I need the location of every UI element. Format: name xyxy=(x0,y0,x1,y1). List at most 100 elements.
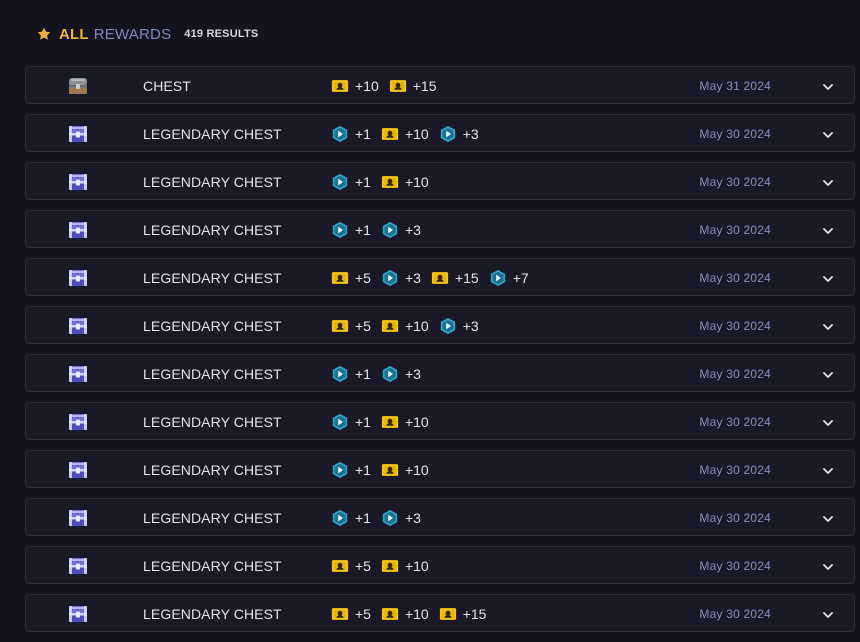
reward-item: +3 xyxy=(381,365,421,383)
reward-item: +3 xyxy=(439,317,479,335)
reward-name: CHEST xyxy=(143,78,191,94)
chevron-down-icon[interactable] xyxy=(822,224,834,236)
hex-token-icon xyxy=(439,317,457,335)
rewards-list: CHEST +10 +15 May 31 2024 LEGENDARY CHEST +1 +… xyxy=(25,66,855,642)
chevron-down-icon[interactable] xyxy=(822,464,834,476)
reward-amount: +10 xyxy=(404,174,429,190)
reward-name: LEGENDARY CHEST xyxy=(143,318,282,334)
results-header: ALL REWARDS 419 RESULTS xyxy=(36,24,258,44)
reward-items: +1 +10 xyxy=(331,172,439,192)
reward-amount: +1 xyxy=(355,366,371,382)
ticket-icon xyxy=(381,317,399,335)
reward-row[interactable]: LEGENDARY CHEST +1 +3 May 30 2024 xyxy=(25,498,855,536)
reward-name: LEGENDARY CHEST xyxy=(143,126,282,142)
hex-token-icon xyxy=(381,221,399,239)
reward-amount: +1 xyxy=(355,126,371,142)
reward-item: +3 xyxy=(381,221,421,239)
reward-row[interactable]: LEGENDARY CHEST +1 +3 May 30 2024 xyxy=(25,210,855,248)
reward-amount: +7 xyxy=(512,270,529,286)
legendary-chest-icon xyxy=(66,170,90,194)
reward-item: +5 xyxy=(331,269,371,287)
chevron-down-icon[interactable] xyxy=(822,176,834,188)
reward-items: +5 +10 xyxy=(331,556,439,576)
reward-items: +1 +10 xyxy=(331,412,439,432)
reward-date: May 30 2024 xyxy=(699,319,771,333)
reward-item: +1 xyxy=(331,173,371,191)
hex-token-icon xyxy=(331,365,349,383)
reward-item: +10 xyxy=(381,557,429,575)
reward-row[interactable]: CHEST +10 +15 May 31 2024 xyxy=(25,66,855,104)
reward-name: LEGENDARY CHEST xyxy=(143,510,282,526)
chevron-down-icon[interactable] xyxy=(822,560,834,572)
chevron-down-icon[interactable] xyxy=(822,272,834,284)
reward-row[interactable]: LEGENDARY CHEST +5 +10 May 30 2024 xyxy=(25,546,855,584)
reward-item: +15 xyxy=(439,605,487,623)
ticket-icon xyxy=(331,557,349,575)
chevron-down-icon[interactable] xyxy=(822,512,834,524)
reward-name: LEGENDARY CHEST xyxy=(143,462,282,478)
reward-item: +10 xyxy=(381,317,429,335)
reward-row[interactable]: LEGENDARY CHEST +1 +3 May 30 2024 xyxy=(25,354,855,392)
ticket-icon xyxy=(331,605,349,623)
reward-item: +10 xyxy=(381,461,429,479)
reward-name: LEGENDARY CHEST xyxy=(143,174,282,190)
ticket-icon xyxy=(381,173,399,191)
reward-date: May 30 2024 xyxy=(699,367,771,381)
chevron-down-icon[interactable] xyxy=(822,320,834,332)
ticket-icon xyxy=(331,269,349,287)
reward-amount: +3 xyxy=(404,270,421,286)
hex-token-icon xyxy=(331,461,349,479)
reward-row[interactable]: LEGENDARY CHEST +5 +10 +3 May 30 2024 xyxy=(25,306,855,344)
reward-item: +1 xyxy=(331,461,371,479)
reward-item: +15 xyxy=(431,269,479,287)
reward-amount: +1 xyxy=(355,174,371,190)
chest-icon xyxy=(66,74,90,98)
hex-token-icon xyxy=(381,365,399,383)
reward-item: +10 xyxy=(381,413,429,431)
reward-items: +1 +3 xyxy=(331,220,431,240)
reward-item: +3 xyxy=(381,269,421,287)
reward-item: +5 xyxy=(331,605,371,623)
reward-item: +3 xyxy=(439,125,479,143)
filter-all-label[interactable]: ALL xyxy=(59,26,89,43)
reward-name: LEGENDARY CHEST xyxy=(143,414,282,430)
chevron-down-icon[interactable] xyxy=(822,128,834,140)
chevron-down-icon[interactable] xyxy=(822,608,834,620)
reward-items: +1 +10 +3 xyxy=(331,124,489,144)
reward-row[interactable]: LEGENDARY CHEST +1 +10 May 30 2024 xyxy=(25,162,855,200)
ticket-icon xyxy=(381,557,399,575)
reward-date: May 30 2024 xyxy=(699,223,771,237)
legendary-chest-icon xyxy=(66,314,90,338)
reward-date: May 30 2024 xyxy=(699,127,771,141)
reward-row[interactable]: LEGENDARY CHEST +5 +10 +15 May 30 2024 xyxy=(25,594,855,632)
ticket-icon xyxy=(381,461,399,479)
reward-amount: +10 xyxy=(404,462,429,478)
reward-name: LEGENDARY CHEST xyxy=(143,222,282,238)
reward-date: May 30 2024 xyxy=(699,559,771,573)
ticket-icon xyxy=(381,413,399,431)
legendary-chest-icon xyxy=(66,410,90,434)
reward-amount: +15 xyxy=(462,606,487,622)
reward-row[interactable]: LEGENDARY CHEST +1 +10 +3 May 30 2024 xyxy=(25,114,855,152)
reward-items: +1 +3 xyxy=(331,364,431,384)
reward-amount: +5 xyxy=(355,558,371,574)
hex-token-icon xyxy=(439,125,457,143)
ticket-icon xyxy=(331,317,349,335)
reward-amount: +3 xyxy=(404,510,421,526)
reward-amount: +10 xyxy=(404,318,429,334)
results-count: 419 RESULTS xyxy=(184,28,259,40)
chevron-down-icon[interactable] xyxy=(822,80,834,92)
reward-amount: +1 xyxy=(355,222,371,238)
reward-item: +7 xyxy=(489,269,529,287)
reward-row[interactable]: LEGENDARY CHEST +1 +10 May 30 2024 xyxy=(25,450,855,488)
reward-item: +10 xyxy=(381,173,429,191)
hex-token-icon xyxy=(331,413,349,431)
chevron-down-icon[interactable] xyxy=(822,368,834,380)
reward-amount: +1 xyxy=(355,414,371,430)
reward-row[interactable]: LEGENDARY CHEST +1 +10 May 30 2024 xyxy=(25,402,855,440)
reward-amount: +15 xyxy=(454,270,479,286)
hex-token-icon xyxy=(331,173,349,191)
chevron-down-icon[interactable] xyxy=(822,416,834,428)
reward-row[interactable]: LEGENDARY CHEST +5 +3 +15 +7 May 30 2024 xyxy=(25,258,855,296)
reward-amount: +1 xyxy=(355,462,371,478)
